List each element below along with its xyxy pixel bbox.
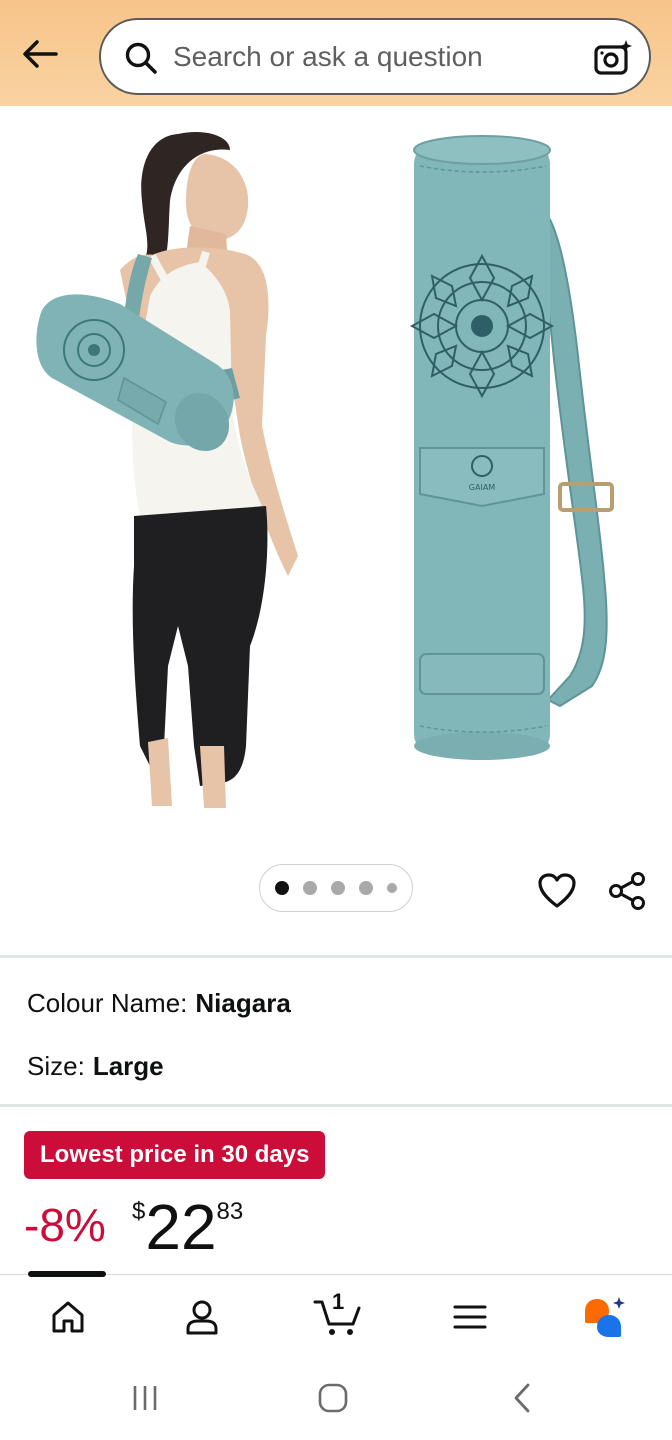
nav-menu[interactable] <box>444 1293 496 1341</box>
user-icon <box>186 1300 218 1335</box>
recent-apps-icon <box>133 1386 157 1410</box>
chevron-left-icon <box>514 1383 530 1413</box>
image-carousel-indicator[interactable] <box>259 864 413 912</box>
model-figure <box>36 131 298 808</box>
discount-percent: -8% <box>24 1199 106 1251</box>
nav-home[interactable] <box>42 1293 94 1341</box>
system-navigation-bar <box>0 1354 672 1440</box>
system-back-button[interactable] <box>502 1380 542 1416</box>
colour-value: Niagara <box>195 988 291 1018</box>
heart-icon <box>538 873 576 908</box>
cart-count-badge: 1 <box>332 1289 345 1314</box>
product-image-gallery[interactable]: GAIAM <box>0 106 672 846</box>
menu-icon <box>453 1305 487 1329</box>
size-variant: Size: Large <box>27 1051 164 1082</box>
active-tab-indicator <box>28 1271 106 1277</box>
home-circle-icon <box>318 1383 348 1413</box>
carousel-dot-5[interactable] <box>387 883 397 893</box>
price-whole: 22 <box>145 1191 217 1263</box>
assistant-icon <box>585 1297 625 1337</box>
price-fraction: 83 <box>216 1198 244 1225</box>
top-search-header <box>0 0 672 106</box>
price-currency: $ <box>132 1198 146 1225</box>
section-divider <box>0 955 672 958</box>
recent-apps-button[interactable] <box>125 1380 165 1416</box>
home-system-button[interactable] <box>313 1380 353 1416</box>
carousel-dot-3[interactable] <box>331 881 345 895</box>
colour-variant: Colour Name: Niagara <box>27 988 291 1019</box>
search-bar[interactable] <box>99 18 651 95</box>
bag-closeup: GAIAM <box>409 135 614 760</box>
share-icon <box>609 872 645 910</box>
search-icon <box>125 42 157 74</box>
section-divider <box>0 1104 672 1107</box>
share-button[interactable] <box>604 868 650 914</box>
nav-assistant[interactable] <box>578 1293 630 1341</box>
carousel-dot-1[interactable] <box>275 881 289 895</box>
bag-logo-text: GAIAM <box>469 483 496 492</box>
size-label: Size: <box>27 1051 85 1081</box>
carousel-dot-4[interactable] <box>359 881 373 895</box>
deal-badge: Lowest price in 30 days <box>24 1131 326 1179</box>
bottom-navigation: 1 <box>0 1271 672 1354</box>
carousel-dot-2[interactable] <box>303 881 317 895</box>
camera-ai-icon[interactable] <box>593 38 633 78</box>
back-button[interactable] <box>18 34 62 74</box>
size-value: Large <box>92 1051 164 1081</box>
colour-label: Colour Name: <box>27 988 188 1018</box>
nav-account[interactable] <box>176 1293 228 1341</box>
home-icon <box>52 1301 84 1333</box>
search-input[interactable] <box>173 36 573 78</box>
price: $2283 <box>132 1192 243 1262</box>
arrow-left-icon <box>23 40 58 68</box>
product-image: GAIAM <box>36 131 614 808</box>
add-to-wishlist-button[interactable] <box>534 868 580 914</box>
